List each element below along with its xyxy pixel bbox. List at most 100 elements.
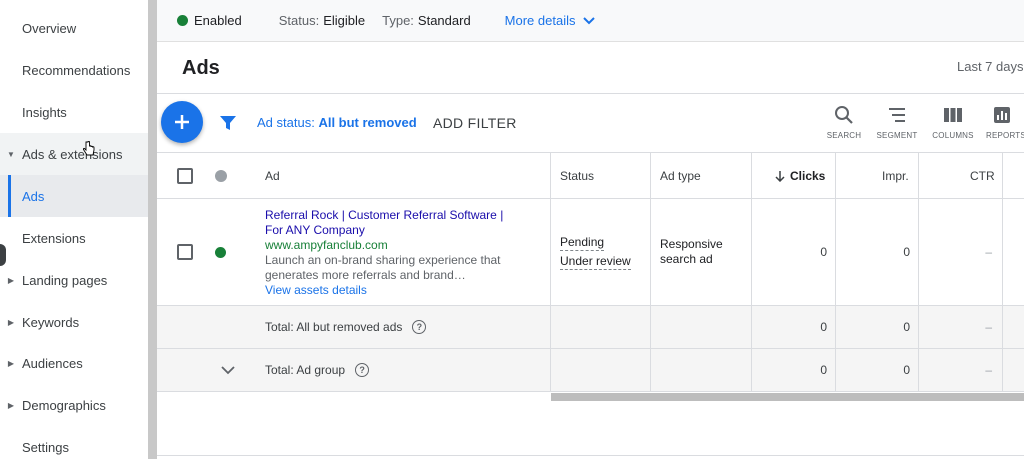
sidebar-item-label: Insights bbox=[22, 104, 67, 120]
total-impr-value: 0 bbox=[903, 363, 910, 377]
sidebar-scrollbar[interactable] bbox=[148, 0, 157, 459]
columns-icon bbox=[944, 108, 962, 122]
ad-status-cell: Pending Under review bbox=[560, 199, 631, 305]
ad-display-url: www.ampyfanclub.com bbox=[265, 238, 388, 252]
sidebar-item-landing-pages[interactable]: ▶ Landing pages bbox=[0, 259, 148, 301]
table-header-row: Ad Status Ad type Clicks Impr. CTR bbox=[157, 153, 1024, 199]
column-divider bbox=[650, 153, 651, 392]
ad-description-line-1: Launch an on-brand sharing experience th… bbox=[265, 253, 501, 267]
table-toolbar: Ad status: All but removed ADD FILTER SE… bbox=[157, 95, 1024, 153]
sidebar-item-label: Audiences bbox=[22, 355, 83, 371]
total-row-label: Total: Ad group bbox=[265, 363, 346, 377]
add-ad-button[interactable] bbox=[161, 101, 203, 143]
column-header-ad[interactable]: Ad bbox=[265, 153, 280, 198]
table-row[interactable]: Referral Rock | Customer Referral Softwa… bbox=[157, 199, 1024, 306]
app-window: Overview Recommendations Insights ▼ Ads … bbox=[0, 0, 1024, 459]
select-all-checkbox[interactable] bbox=[177, 167, 193, 184]
filter-icon[interactable] bbox=[219, 114, 237, 132]
segment-tool-button[interactable]: SEGMENT bbox=[867, 105, 927, 140]
row-enabled-dot[interactable] bbox=[215, 246, 226, 258]
columns-tool-button[interactable]: COLUMNS bbox=[923, 105, 983, 140]
total-row-ad-group: Total: Ad group ? 0 0 – bbox=[157, 349, 1024, 392]
clicks-value: 0 bbox=[820, 245, 827, 259]
sidebar: Overview Recommendations Insights ▼ Ads … bbox=[0, 0, 148, 459]
column-header-clicks[interactable]: Clicks bbox=[774, 153, 825, 198]
more-details-link[interactable]: More details bbox=[505, 13, 596, 28]
total-row-label-cell: Total: Ad group ? bbox=[265, 349, 370, 391]
chevron-down-icon[interactable] bbox=[221, 365, 235, 375]
sidebar-item-label: Overview bbox=[22, 20, 77, 36]
sidebar-item-keywords[interactable]: ▶ Keywords bbox=[0, 301, 148, 343]
column-header-ad-type[interactable]: Ad type bbox=[660, 153, 701, 198]
reports-tool-button[interactable]: REPORTS bbox=[980, 105, 1024, 140]
sidebar-item-label: Landing pages bbox=[22, 272, 108, 288]
sidebar-item-ads[interactable]: Ads bbox=[0, 175, 148, 217]
total-row-all-but-removed: Total: All but removed ads ? 0 0 – bbox=[157, 306, 1024, 349]
sidebar-item-label: Ads bbox=[22, 188, 45, 204]
filter-label: Ad status: bbox=[257, 115, 315, 130]
caret-right-icon: ▶ bbox=[7, 400, 15, 410]
ad-preview: Referral Rock | Customer Referral Softwa… bbox=[265, 208, 520, 298]
view-assets-link[interactable]: View assets details bbox=[265, 283, 520, 298]
sidebar-item-ads-extensions[interactable]: ▼ Ads & extensions bbox=[0, 133, 148, 175]
ad-type-cell: Responsive search ad bbox=[660, 199, 723, 305]
eligibility-label: Status: bbox=[278, 13, 320, 28]
column-header-ctr[interactable]: CTR bbox=[970, 153, 995, 198]
page-title: Ads bbox=[182, 57, 220, 79]
sidebar-item-label: Extensions bbox=[22, 230, 86, 246]
column-divider bbox=[918, 153, 919, 392]
ad-status-filter-chip[interactable]: Ad status: All but removed bbox=[257, 115, 417, 130]
sidebar-item-insights[interactable]: Insights bbox=[0, 91, 148, 133]
help-icon[interactable]: ? bbox=[412, 320, 427, 334]
pending-status[interactable]: Pending bbox=[560, 235, 605, 251]
segment-icon bbox=[889, 108, 905, 122]
hand-cursor-icon bbox=[83, 141, 95, 156]
type-label: Type: bbox=[382, 13, 414, 28]
segment-tool-label: SEGMENT bbox=[876, 131, 918, 140]
search-tool-button[interactable]: SEARCH bbox=[814, 105, 874, 140]
row-checkbox-cell bbox=[177, 199, 193, 305]
reports-tool-label: REPORTS bbox=[986, 131, 1024, 140]
sidebar-item-extensions[interactable]: Extensions bbox=[0, 217, 148, 259]
sidebar-item-demographics[interactable]: ▶ Demographics bbox=[0, 384, 148, 426]
sidebar-item-recommendations[interactable]: Recommendations bbox=[0, 49, 148, 91]
under-review-status[interactable]: Under review bbox=[560, 254, 631, 270]
row-checkbox[interactable] bbox=[177, 244, 193, 260]
add-filter-button[interactable]: ADD FILTER bbox=[433, 115, 517, 131]
search-tool-label: SEARCH bbox=[826, 131, 862, 140]
total-row-label: Total: All but removed ads bbox=[265, 320, 403, 334]
ad-description-line-2: generates more referrals and brand… bbox=[265, 268, 466, 282]
total-clicks-value: 0 bbox=[820, 363, 827, 377]
sidebar-collapse-handle[interactable] bbox=[0, 244, 6, 266]
sidebar-item-label: Recommendations bbox=[22, 62, 131, 78]
ad-headline-line-2[interactable]: For ANY Company bbox=[265, 223, 520, 238]
enabled-status-text: Enabled bbox=[194, 13, 242, 28]
ad-type-line-1: Responsive bbox=[660, 237, 723, 251]
table-horizontal-scrollbar[interactable] bbox=[551, 393, 1024, 401]
column-header-status[interactable]: Status bbox=[560, 153, 594, 198]
columns-tool-label: COLUMNS bbox=[932, 131, 974, 140]
total-row-label-cell: Total: All but removed ads ? bbox=[265, 306, 427, 348]
sort-down-arrow-icon bbox=[775, 170, 785, 182]
sidebar-item-settings[interactable]: Settings bbox=[0, 426, 148, 459]
ad-headline-line-1[interactable]: Referral Rock | Customer Referral Softwa… bbox=[265, 208, 520, 223]
column-divider bbox=[835, 153, 836, 392]
sidebar-item-label: Demographics bbox=[22, 397, 106, 413]
sidebar-item-label: Settings bbox=[22, 439, 69, 455]
caret-right-icon: ▶ bbox=[7, 275, 15, 285]
divider bbox=[157, 455, 1024, 456]
date-range-selector[interactable]: Last 7 days bbox=[957, 59, 1024, 74]
sidebar-item-label: Keywords bbox=[22, 314, 80, 330]
column-header-impr[interactable]: Impr. bbox=[882, 153, 909, 198]
status-bar: Enabled Status: Eligible Type: Standard … bbox=[157, 0, 1024, 42]
sidebar-item-audiences[interactable]: ▶ Audiences bbox=[0, 342, 148, 384]
column-divider bbox=[550, 153, 551, 392]
caret-right-icon: ▶ bbox=[7, 317, 15, 327]
status-header-dot[interactable] bbox=[215, 169, 227, 182]
reports-icon bbox=[994, 107, 1010, 123]
total-ctr-value: – bbox=[985, 363, 992, 377]
sidebar-item-label: Ads & extensions bbox=[22, 146, 123, 162]
help-icon[interactable]: ? bbox=[355, 363, 370, 377]
sidebar-item-overview[interactable]: Overview bbox=[0, 7, 148, 49]
column-divider bbox=[751, 153, 752, 392]
